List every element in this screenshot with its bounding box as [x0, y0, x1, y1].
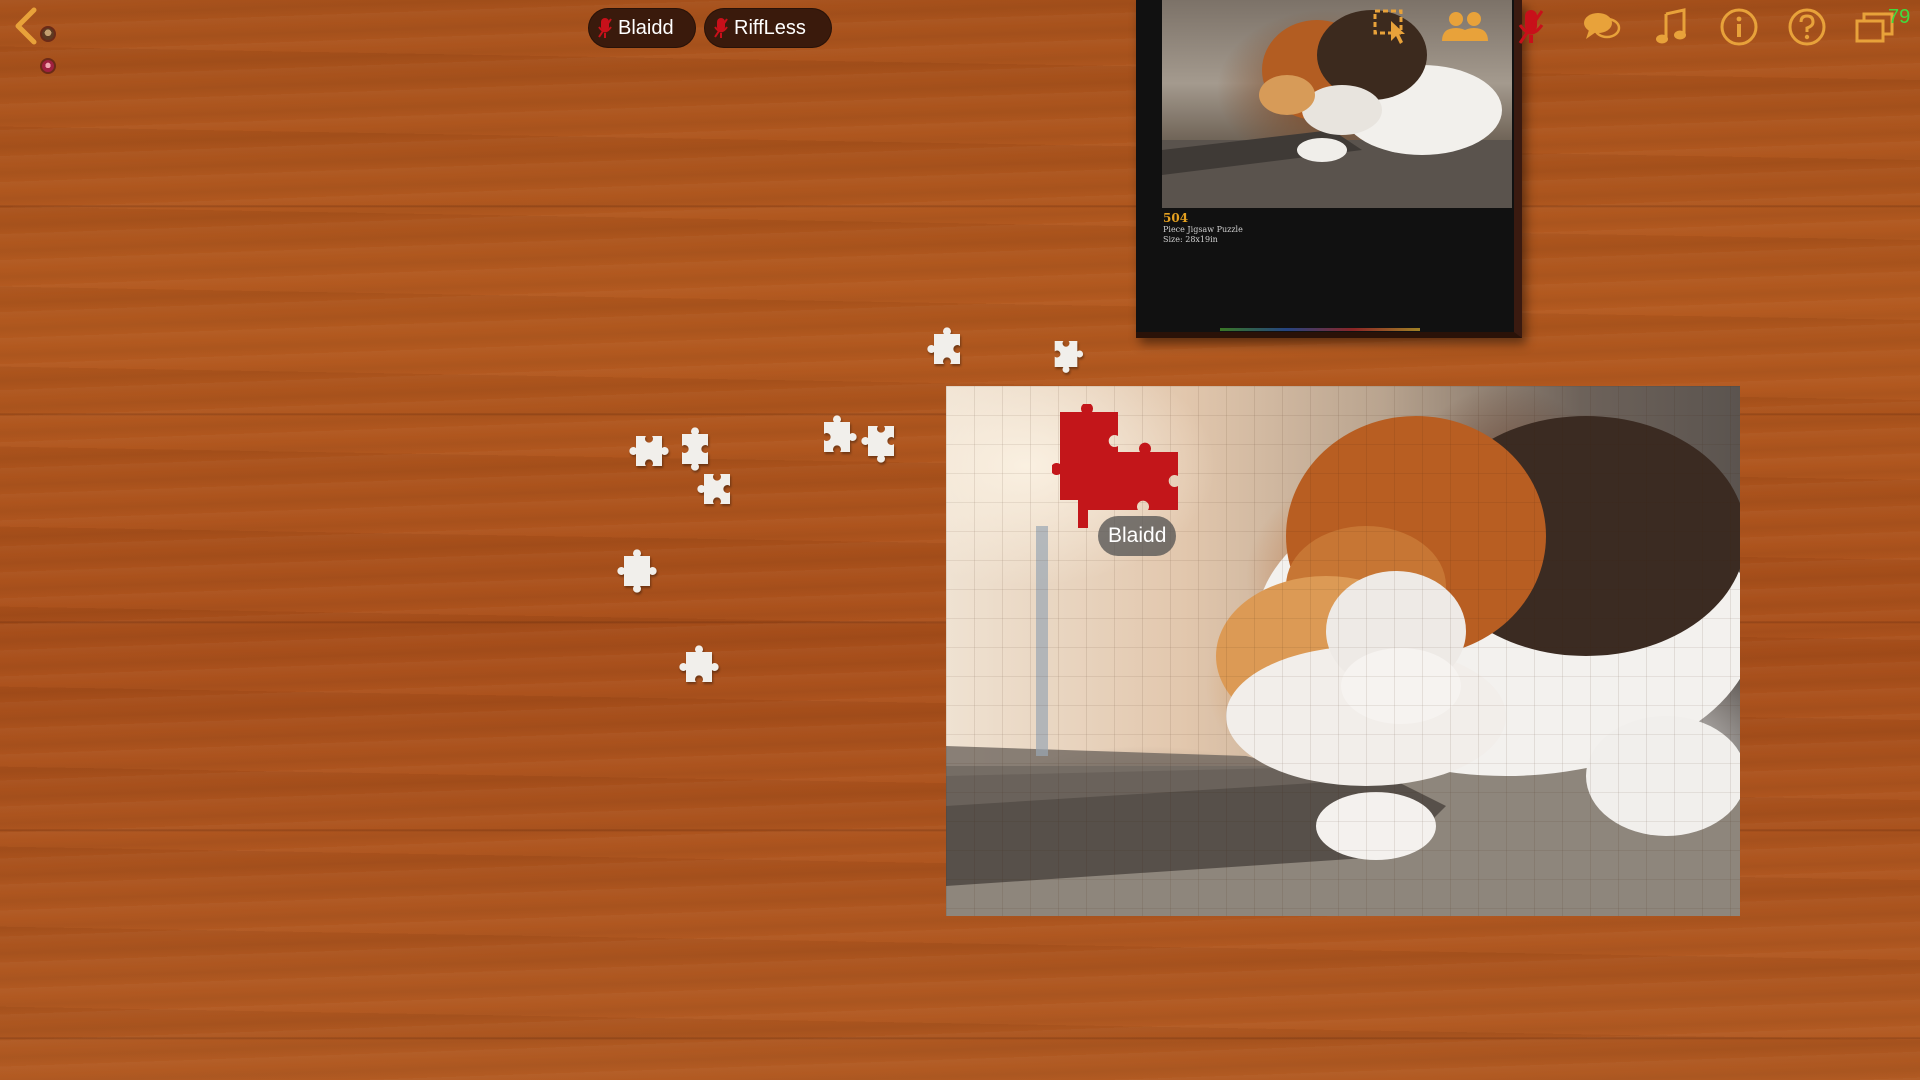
- select-tool-button[interactable]: [1368, 4, 1414, 50]
- box-desc-line: Size: 28x19in: [1163, 235, 1218, 244]
- player-name: RiffLess: [734, 16, 806, 39]
- info-icon: [1720, 8, 1758, 46]
- box-stripe: [1220, 328, 1420, 331]
- chat-icon: [1584, 13, 1621, 39]
- player-chip-blaidd[interactable]: Blaidd: [588, 8, 696, 48]
- avatar[interactable]: [40, 58, 56, 74]
- box-piece-count: 504: [1163, 211, 1189, 225]
- fps-counter: 79: [1888, 6, 1911, 28]
- puzzle-piece[interactable]: [814, 414, 860, 460]
- mic-muted-icon: [598, 18, 612, 38]
- chat-button[interactable]: [1578, 4, 1624, 50]
- mic-toggle-button[interactable]: [1508, 4, 1554, 50]
- puzzle-piece[interactable]: [858, 418, 904, 464]
- music-button[interactable]: [1648, 4, 1694, 50]
- puzzle-piece[interactable]: [694, 466, 740, 512]
- info-button[interactable]: [1716, 4, 1762, 50]
- players-icon: [1442, 12, 1488, 41]
- mic-muted-icon: [1518, 10, 1544, 44]
- puzzle-piece[interactable]: [626, 428, 672, 474]
- puzzle-piece[interactable]: [676, 644, 722, 690]
- players-button[interactable]: [1438, 4, 1492, 50]
- help-icon: [1788, 8, 1826, 46]
- puzzle-piece[interactable]: [1046, 334, 1086, 374]
- help-button[interactable]: [1784, 4, 1830, 50]
- player-cursor-label: Blaidd: [1098, 516, 1177, 556]
- box-desc-line: Piece Jigsaw Puzzle: [1163, 225, 1243, 234]
- avatar[interactable]: [40, 26, 56, 42]
- back-button[interactable]: [8, 4, 44, 48]
- player-name: Blaidd: [618, 16, 674, 39]
- select-tool-icon: [1373, 9, 1405, 44]
- puzzle-piece[interactable]: [924, 326, 970, 372]
- chevron-left-icon: [15, 7, 37, 45]
- mic-muted-icon: [714, 18, 728, 38]
- music-icon: [1656, 8, 1686, 44]
- player-chip-riffless[interactable]: RiffLess: [704, 8, 832, 48]
- held-piece-group[interactable]: [1052, 404, 1182, 534]
- box-description: Piece Jigsaw Puzzle Size: 28x19in: [1163, 225, 1243, 245]
- puzzle-piece[interactable]: [614, 548, 660, 594]
